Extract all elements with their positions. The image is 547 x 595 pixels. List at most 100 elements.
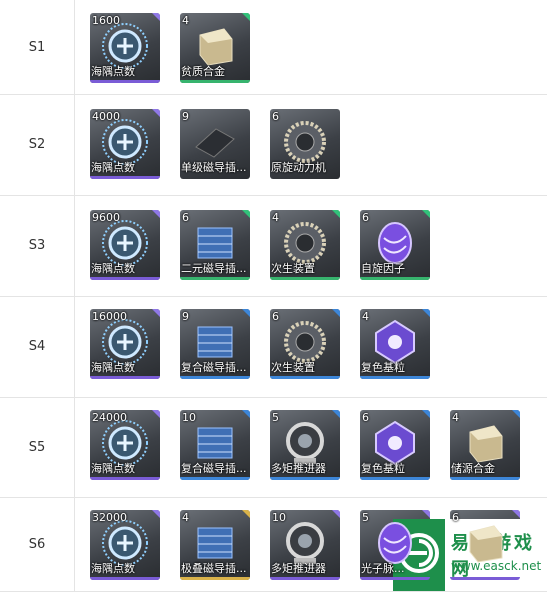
- material-count: 4: [182, 14, 189, 27]
- material-count: 9: [182, 110, 189, 123]
- stage-label: S6: [0, 497, 75, 591]
- rarity-bar: [360, 376, 430, 379]
- material-count: 6: [272, 310, 279, 323]
- rarity-corner: [512, 410, 520, 418]
- material-count: 9: [182, 310, 189, 323]
- material-name: 二元磁导插...: [181, 262, 247, 275]
- rarity-corner: [422, 410, 430, 418]
- stage-label: S3: [0, 195, 75, 296]
- rarity-corner: [512, 510, 520, 518]
- material-item[interactable]: 5 多矩推进器: [270, 410, 340, 480]
- material-name: 复色基粒: [361, 462, 405, 475]
- material-item[interactable]: 4 次生装置: [270, 210, 340, 280]
- material-name: 海隅点数: [91, 65, 135, 78]
- rarity-bar: [90, 176, 160, 179]
- material-item[interactable]: 4 贫质合金: [180, 13, 250, 83]
- material-name: 多矩推进器: [271, 462, 326, 475]
- material-item[interactable]: 32000 海隅点数: [90, 510, 160, 580]
- material-count: 6: [362, 211, 369, 224]
- material-count: 32000: [92, 511, 127, 524]
- material-count: 5: [362, 511, 369, 524]
- stage-row: S3 9600 海隅点数 6 二元磁导插... 4 次生装置 6 自旋因子: [0, 195, 547, 297]
- stage-label: S1: [0, 0, 75, 94]
- rarity-bar: [270, 176, 340, 179]
- material-item[interactable]: 16000 海隅点数: [90, 309, 160, 379]
- rarity-bar: [180, 176, 250, 179]
- rarity-bar: [360, 277, 430, 280]
- stage-row: S6 32000 海隅点数 4 极叠磁导插... 10 多矩推进器 5 光子脉... 6: [0, 497, 547, 592]
- stage-row: S5 24000 海隅点数 10 复合磁导插... 5 多矩推进器 6 复色基粒 4 储源合金: [0, 397, 547, 498]
- material-item[interactable]: 4000 海隅点数: [90, 109, 160, 179]
- material-item[interactable]: 1600 海隅点数: [90, 13, 160, 83]
- rarity-bar: [450, 477, 520, 480]
- rarity-bar: [270, 277, 340, 280]
- rarity-bar: [90, 376, 160, 379]
- rarity-corner: [242, 410, 250, 418]
- rarity-bar: [270, 577, 340, 580]
- material-item[interactable]: 10 多矩推进器: [270, 510, 340, 580]
- material-item[interactable]: 9 单级磁导插...: [180, 109, 250, 179]
- rarity-corner: [152, 309, 160, 317]
- material-name: 原旋动力机: [271, 161, 326, 174]
- material-count: 24000: [92, 411, 127, 424]
- rarity-bar: [360, 577, 430, 580]
- rarity-corner: [242, 210, 250, 218]
- material-name: 贫质合金: [181, 65, 225, 78]
- rarity-bar: [90, 477, 160, 480]
- rarity-corner: [152, 410, 160, 418]
- material-item[interactable]: 9600 海隅点数: [90, 210, 160, 280]
- material-name: 储源合金: [451, 462, 495, 475]
- material-count: 4000: [92, 110, 120, 123]
- material-item[interactable]: 6 二元磁导插...: [180, 210, 250, 280]
- material-count: 6: [272, 110, 279, 123]
- material-item[interactable]: 24000 海隅点数: [90, 410, 160, 480]
- material-item[interactable]: 6 复色基粒: [360, 410, 430, 480]
- rarity-bar: [180, 477, 250, 480]
- rarity-corner: [332, 309, 340, 317]
- material-item[interactable]: 6 原旋动力机: [270, 109, 340, 179]
- material-count: 4: [362, 310, 369, 323]
- material-item[interactable]: 5 光子脉...: [360, 510, 430, 580]
- material-name: 复合磁导插...: [181, 361, 247, 374]
- material-item[interactable]: 10 复合磁导插...: [180, 410, 250, 480]
- stage-label: S2: [0, 94, 75, 195]
- rarity-corner: [242, 510, 250, 518]
- rarity-bar: [90, 577, 160, 580]
- rarity-bar: [180, 80, 250, 83]
- rarity-corner: [332, 210, 340, 218]
- stage-label: S5: [0, 397, 75, 497]
- material-item[interactable]: 4 储源合金: [450, 410, 520, 480]
- stage-label: S4: [0, 296, 75, 397]
- material-name: 极叠磁导插...: [181, 562, 247, 575]
- material-name: 海隅点数: [91, 262, 135, 275]
- material-count: 10: [182, 411, 196, 424]
- material-count: 10: [272, 511, 286, 524]
- rarity-bar: [180, 277, 250, 280]
- material-item[interactable]: 4 复色基粒: [360, 309, 430, 379]
- rarity-bar: [180, 376, 250, 379]
- rarity-corner: [152, 109, 160, 117]
- material-name: 多矩推进器: [271, 562, 326, 575]
- rarity-corner: [152, 210, 160, 218]
- rarity-corner: [152, 510, 160, 518]
- rarity-corner: [152, 13, 160, 21]
- material-name: 光子脉...: [361, 562, 405, 575]
- material-name: 自旋因子: [361, 262, 405, 275]
- rarity-bar: [270, 376, 340, 379]
- material-name: 海隅点数: [91, 361, 135, 374]
- material-name: 复色基粒: [361, 361, 405, 374]
- material-name: 复合磁导插...: [181, 462, 247, 475]
- material-item[interactable]: 9 复合磁导插...: [180, 309, 250, 379]
- material-count: 5: [272, 411, 279, 424]
- material-name: 次生装置: [271, 262, 315, 275]
- stage-row: S4 16000 海隅点数 9 复合磁导插... 6 次生装置 4 复色基粒: [0, 296, 547, 398]
- material-item[interactable]: 6 自旋因子: [360, 210, 430, 280]
- material-item[interactable]: 6 次生装置: [270, 309, 340, 379]
- material-name: 海隅点数: [91, 161, 135, 174]
- material-item[interactable]: 4 极叠磁导插...: [180, 510, 250, 580]
- material-name: 单级磁导插...: [181, 161, 247, 174]
- material-count: 6: [362, 411, 369, 424]
- material-name: 次生装置: [271, 361, 315, 374]
- rarity-bar: [90, 277, 160, 280]
- material-name: 海隅点数: [91, 462, 135, 475]
